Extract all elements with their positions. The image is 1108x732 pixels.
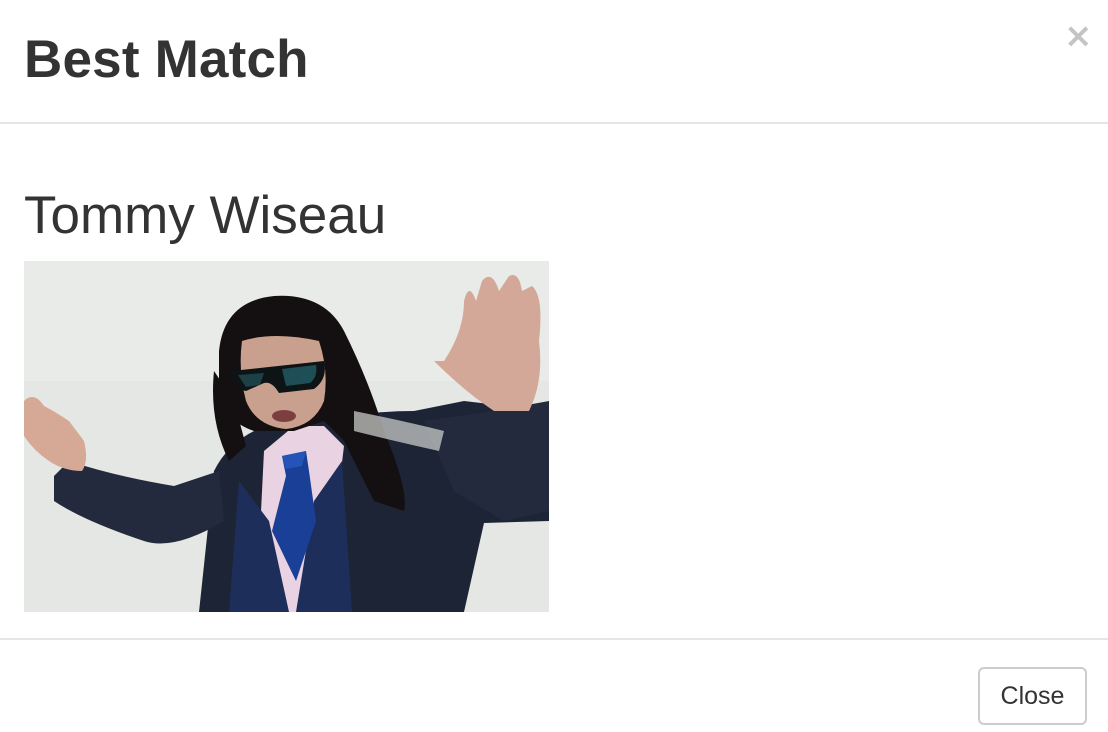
match-name: Tommy Wiseau <box>24 186 387 245</box>
close-button[interactable]: Close <box>978 667 1087 725</box>
close-icon[interactable]: × <box>1064 19 1093 53</box>
modal-body: Tommy Wiseau <box>0 124 1108 638</box>
modal-title: Best Match <box>24 30 309 89</box>
match-photo <box>24 261 549 612</box>
modal-header: Best Match × <box>0 0 1108 124</box>
best-match-modal: Best Match × Tommy Wiseau Close <box>0 0 1108 732</box>
modal-footer: Close <box>0 638 1108 732</box>
